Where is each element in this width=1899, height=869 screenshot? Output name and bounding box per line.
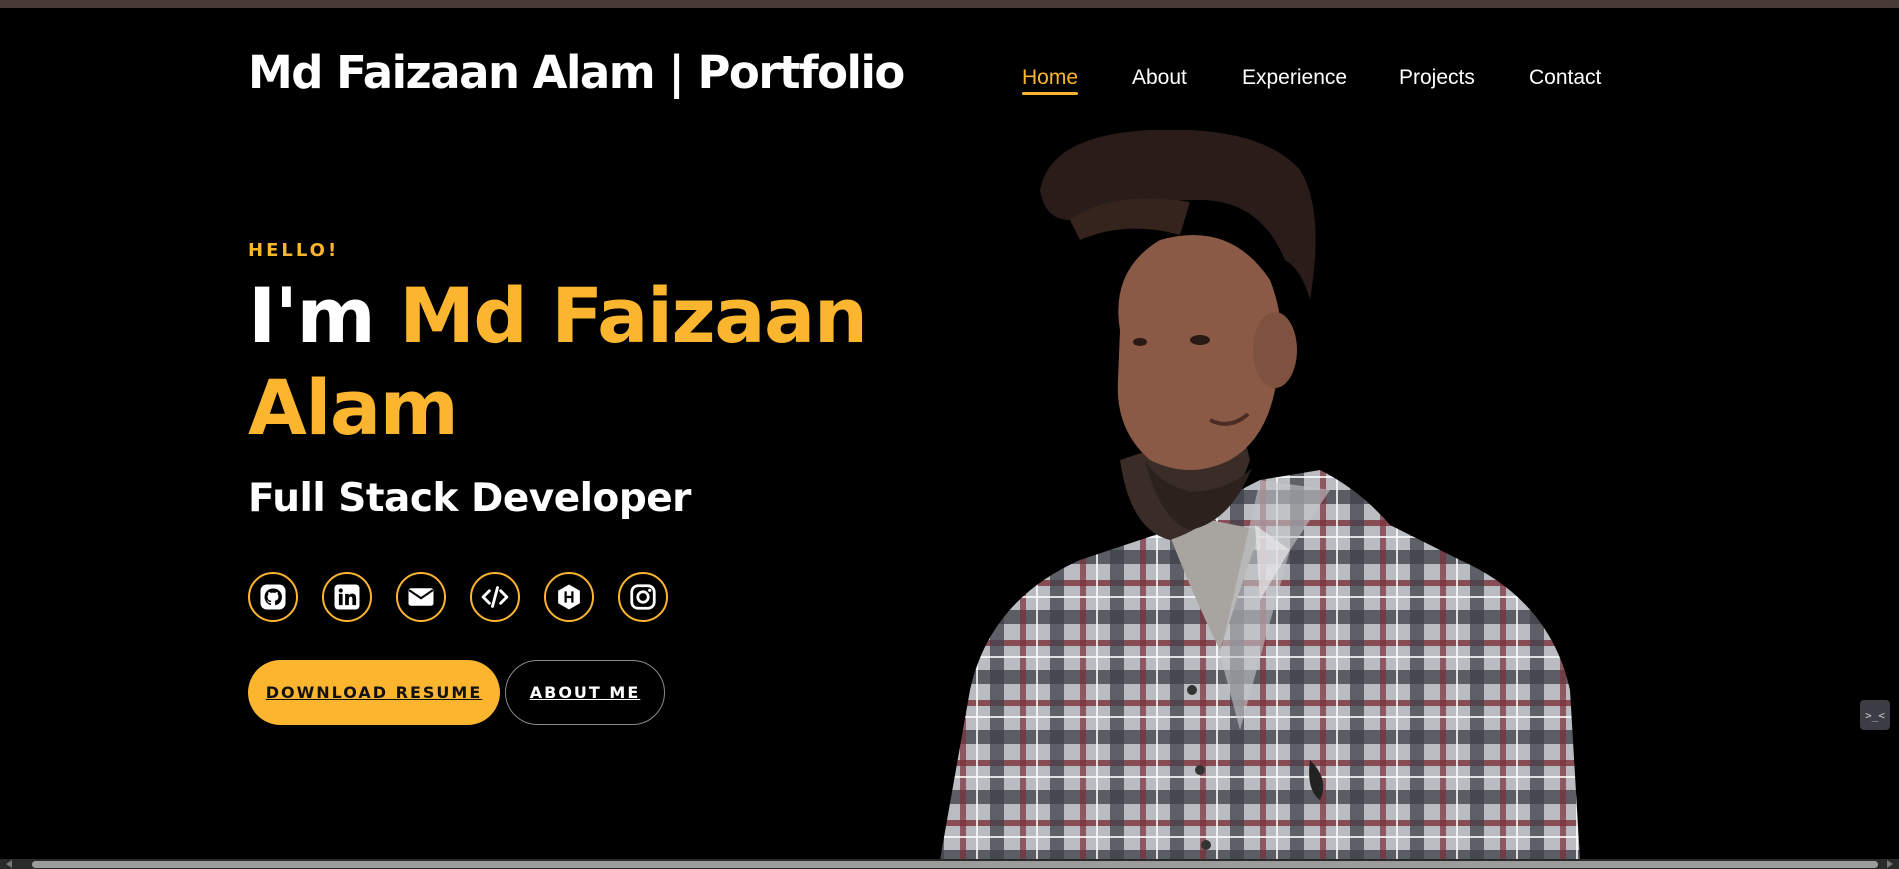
github-link[interactable] — [248, 572, 298, 622]
scroll-right-icon[interactable] — [1887, 860, 1893, 868]
nav-about[interactable]: About — [1132, 66, 1187, 90]
download-resume-button[interactable]: DOWNLOAD RESUME — [248, 660, 500, 725]
hero-greeting: HELLO! — [248, 240, 340, 261]
email-link[interactable] — [396, 572, 446, 622]
linkedin-link[interactable] — [322, 572, 372, 622]
email-icon — [408, 588, 434, 606]
code-icon — [481, 586, 509, 608]
hashnode-icon — [558, 584, 580, 610]
profile-photo — [940, 130, 1580, 860]
browser-top-strip — [0, 0, 1899, 8]
side-widget-button[interactable]: >_< — [1860, 700, 1890, 730]
nav-experience[interactable]: Experience — [1242, 66, 1347, 90]
scroll-left-icon[interactable] — [6, 860, 12, 868]
hero-role: Full Stack Developer — [248, 476, 691, 521]
nav-projects[interactable]: Projects — [1399, 66, 1475, 90]
instagram-icon — [630, 584, 656, 610]
social-links — [248, 572, 668, 622]
nav-contact[interactable]: Contact — [1529, 66, 1601, 90]
scrollbar-thumb[interactable] — [32, 861, 1878, 868]
about-me-button[interactable]: ABOUT ME — [505, 660, 665, 725]
hero-intro: I'm — [248, 271, 376, 360]
instagram-link[interactable] — [618, 572, 668, 622]
site-title[interactable]: Md Faizaan Alam | Portfolio — [248, 46, 905, 99]
hero-headline: I'm Md Faizaan Alam — [248, 270, 888, 454]
horizontal-scrollbar[interactable] — [0, 859, 1899, 869]
linkedin-icon — [334, 584, 360, 610]
nav-home[interactable]: Home — [1022, 66, 1079, 95]
hashnode-link[interactable] — [544, 572, 594, 622]
github-icon — [260, 584, 286, 610]
code-link[interactable] — [470, 572, 520, 622]
